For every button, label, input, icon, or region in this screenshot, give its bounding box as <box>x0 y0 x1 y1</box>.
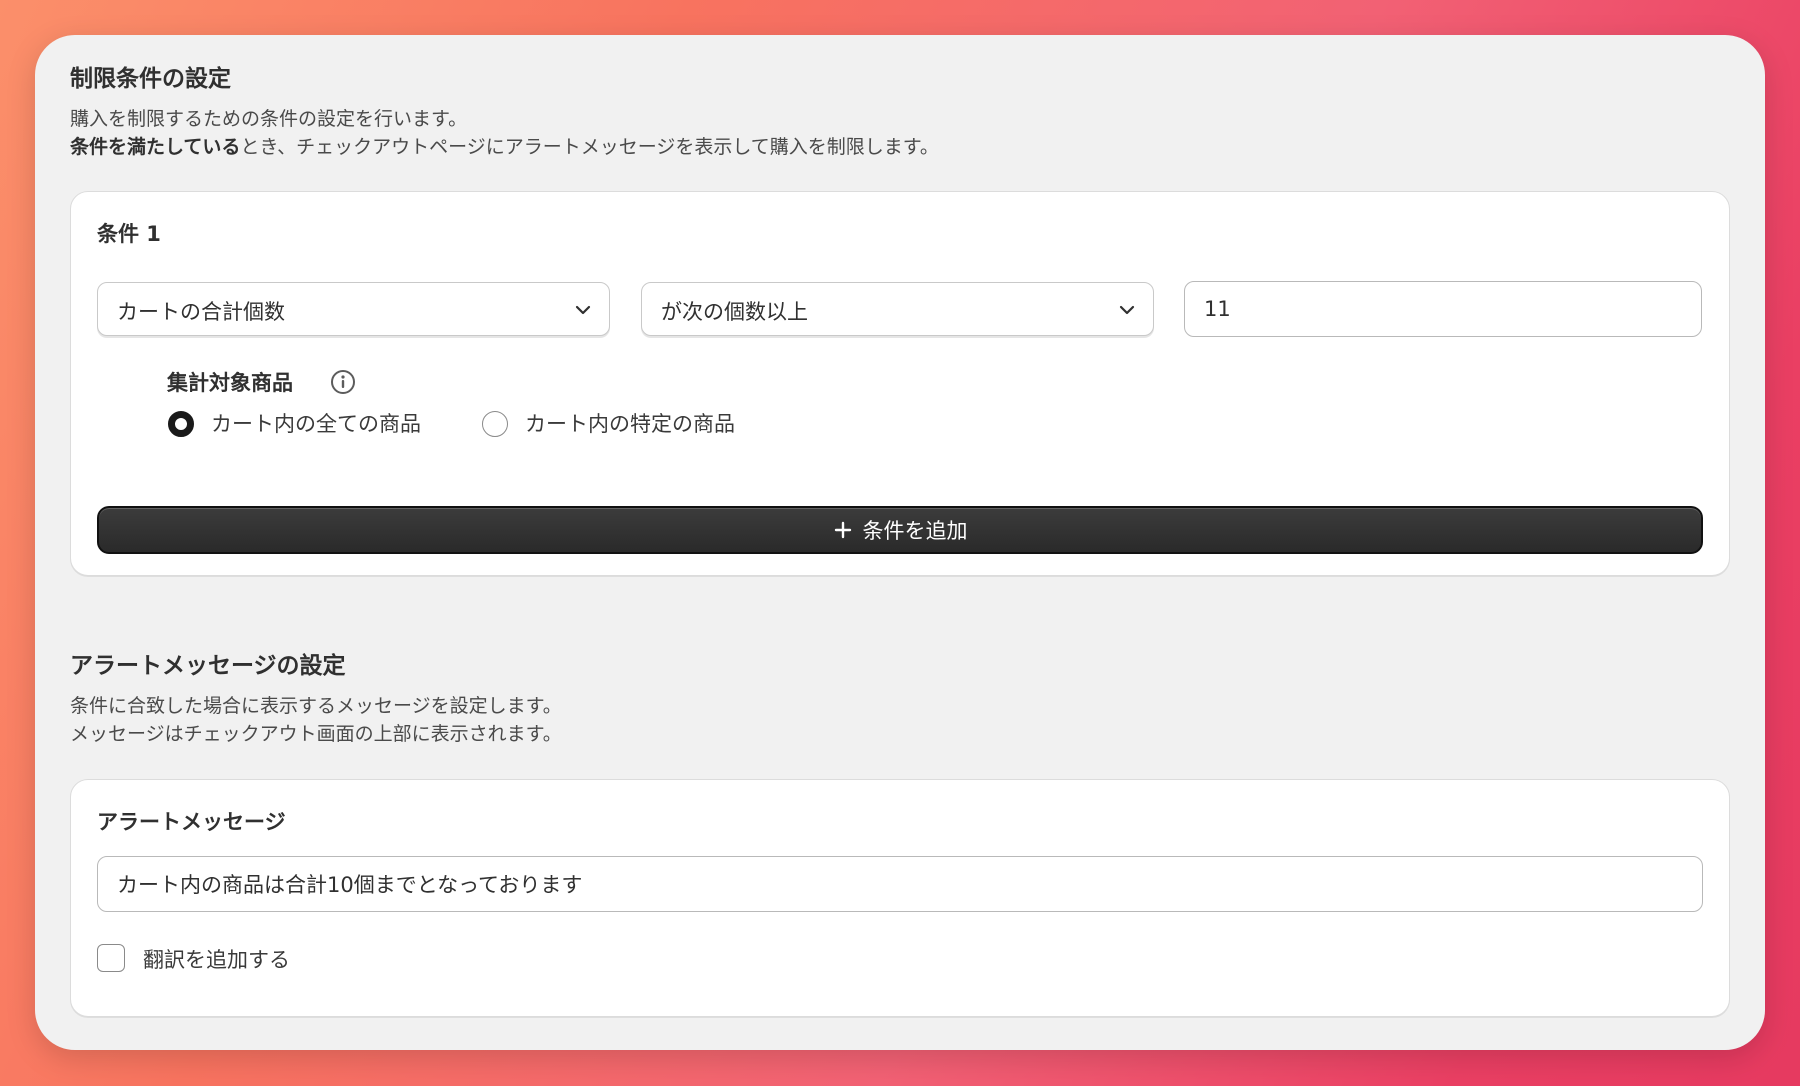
alert-message-input[interactable] <box>97 856 1703 912</box>
alert-message-card: アラートメッセージ 翻訳を追加する <box>70 779 1730 1017</box>
alert-section-title: アラートメッセージの設定 <box>70 653 346 679</box>
restriction-desc-line1: 購入を制限するための条件の設定を行います。 <box>70 108 468 130</box>
add-condition-button[interactable]: 条件を追加 <box>97 506 1703 554</box>
alert-section-description: 条件に合致した場合に表示するメッセージを設定します。 メッセージはチェックアウト… <box>70 692 562 748</box>
chevron-down-icon <box>1119 305 1135 315</box>
condition-operator-select[interactable]: が次の個数以上 <box>641 282 1154 336</box>
restriction-desc-line2: 条件を満たしているとき、チェックアウトページにアラートメッセージを表示して購入を… <box>70 133 939 161</box>
restriction-section-description: 購入を制限するための条件の設定を行います。 条件を満たしているとき、チェックアウ… <box>70 105 939 161</box>
alert-message-title: アラートメッセージ <box>97 810 286 834</box>
scope-radio-specific-label: カート内の特定の商品 <box>525 412 735 436</box>
alert-desc-line1: 条件に合致した場合に表示するメッセージを設定します。 <box>70 695 562 717</box>
add-condition-label: 条件を追加 <box>862 519 968 543</box>
condition-operator-select-value: が次の個数以上 <box>661 300 808 324</box>
plus-icon <box>834 521 851 539</box>
scope-radio-all-label: カート内の全ての商品 <box>211 412 421 436</box>
add-translation-checkbox[interactable] <box>97 944 125 972</box>
condition-value-input[interactable] <box>1184 281 1702 337</box>
add-translation-label: 翻訳を追加する <box>143 948 290 972</box>
settings-panel: 制限条件の設定 購入を制限するための条件の設定を行います。 条件を満たしていると… <box>35 35 1765 1050</box>
info-icon[interactable] <box>330 369 356 395</box>
condition-field-select[interactable]: カートの合計個数 <box>97 282 610 336</box>
condition-title: 条件 1 <box>97 222 161 246</box>
scope-radio-all[interactable] <box>168 411 194 437</box>
restriction-desc-emphasis: 条件を満たしている <box>70 136 241 158</box>
chevron-down-icon <box>575 305 591 315</box>
restriction-desc-rest: とき、チェックアウトページにアラートメッセージを表示して購入を制限します。 <box>240 136 939 158</box>
condition-card: 条件 1 カートの合計個数 が次の個数以上 集計対象商品 カート内の全ての商品 … <box>70 191 1730 576</box>
condition-field-select-value: カートの合計個数 <box>117 300 285 324</box>
scope-label: 集計対象商品 <box>167 371 293 395</box>
scope-radio-specific[interactable] <box>482 411 508 437</box>
restriction-section-title: 制限条件の設定 <box>70 66 231 92</box>
alert-desc-line2: メッセージはチェックアウト画面の上部に表示されます。 <box>70 723 562 745</box>
